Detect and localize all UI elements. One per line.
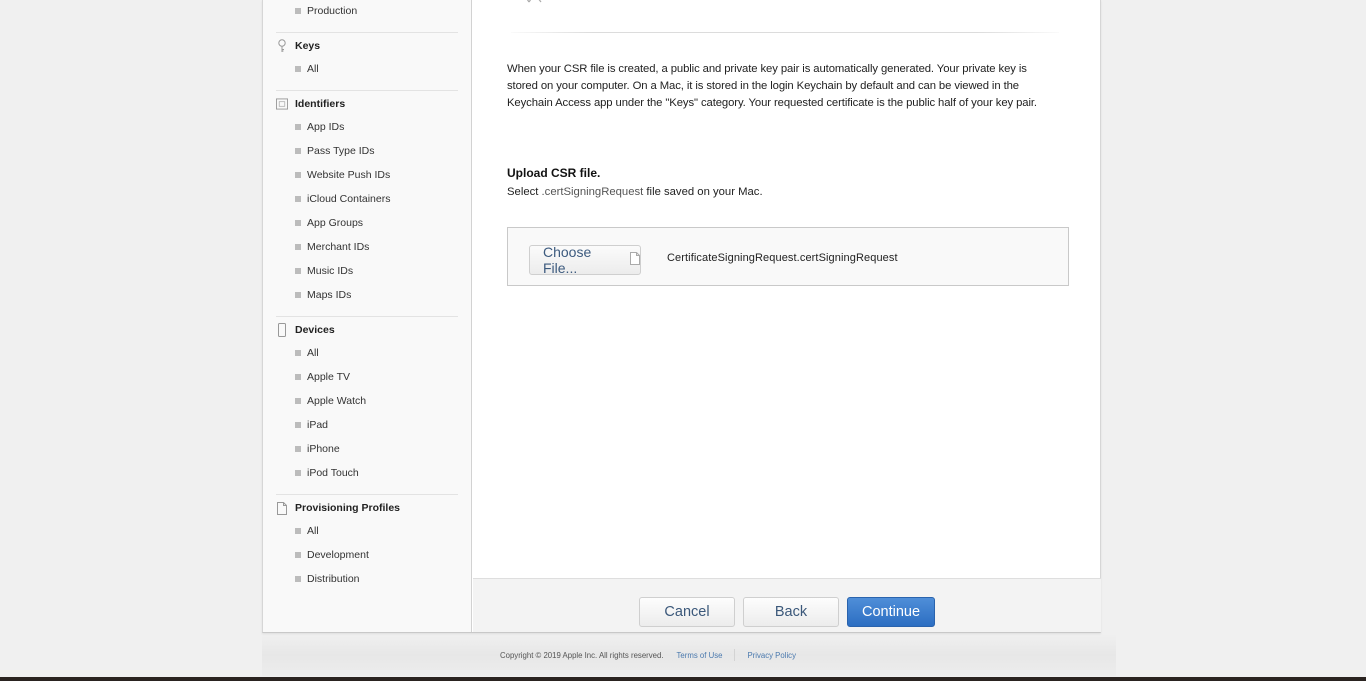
sidebar-item-website-push-ids[interactable]: Website Push IDs [295, 169, 390, 181]
selected-file-name: CertificateSigningRequest.certSigningReq… [667, 252, 898, 264]
divider [276, 494, 458, 495]
bullet-icon [295, 292, 301, 298]
divider [276, 90, 458, 91]
csr-description: When your CSR file is created, a public … [507, 63, 1037, 109]
sidebar-section-devices[interactable]: Devices [276, 323, 335, 337]
sidebar-item-apple-tv[interactable]: Apple TV [295, 371, 350, 383]
sidebar-item-icloud-containers[interactable]: iCloud Containers [295, 193, 390, 205]
sidebar-section-identifiers[interactable]: Identifiers [276, 97, 345, 111]
file-extension: .certSigningRequest [541, 186, 644, 198]
sidebar-item-label: All [307, 63, 319, 75]
cancel-button[interactable]: Cancel [639, 597, 735, 627]
sidebar-item-label: Pass Type IDs [307, 145, 375, 157]
bullet-icon [295, 470, 301, 476]
sidebar-item-distribution[interactable]: Distribution [295, 573, 360, 585]
sidebar-item-production[interactable]: Production [295, 5, 357, 17]
terms-of-use-link[interactable]: Terms of Use [677, 651, 723, 660]
section-title: Keys [295, 40, 321, 52]
sidebar-item-app-ids[interactable]: App IDs [295, 121, 344, 133]
bullet-icon [295, 576, 301, 582]
section-title: Identifiers [295, 98, 346, 110]
sidebar-item-label: Maps IDs [307, 289, 352, 301]
back-button[interactable]: Back [743, 597, 839, 627]
file-upload-box: Choose File... CertificateSigningRequest… [507, 227, 1069, 286]
bullet-icon [295, 446, 301, 452]
sidebar-item-pass-type-ids[interactable]: Pass Type IDs [295, 145, 375, 157]
choose-file-button[interactable]: Choose File... [529, 244, 641, 276]
bullet-icon [295, 196, 301, 202]
file-icon [630, 252, 640, 268]
sidebar-item-apple-watch[interactable]: Apple Watch [295, 395, 366, 407]
window-bottom-edge [0, 677, 1366, 681]
sidebar-item-iphone[interactable]: iPhone [295, 443, 340, 455]
divider [276, 316, 458, 317]
sidebar-item-ipod-touch[interactable]: iPod Touch [295, 467, 359, 479]
bullet-icon [295, 422, 301, 428]
sidebar-item-label: Development [307, 549, 369, 561]
sidebar-item-label: iPhone [307, 443, 340, 455]
sidebar-item-ipad[interactable]: iPad [295, 419, 328, 431]
action-bar: Cancel Back Continue [473, 578, 1101, 632]
bullet-icon [295, 398, 301, 404]
bullet-icon [295, 220, 301, 226]
sidebar-item-label: App IDs [307, 121, 345, 133]
developer-portal-frame: Production Keys All Identifiers App IDs … [262, 0, 1101, 633]
upload-instructions: Select .certSigningRequest file saved on… [507, 186, 763, 198]
key-icon [276, 39, 288, 53]
device-icon [276, 323, 288, 337]
sidebar-item-label: iCloud Containers [307, 193, 391, 205]
sidebar-item-music-ids[interactable]: Music IDs [295, 265, 353, 277]
bullet-icon [295, 8, 301, 14]
sidebar-item-label: iPod Touch [307, 467, 359, 479]
sidebar-item-label: Distribution [307, 573, 360, 585]
sidebar-item-label: Music IDs [307, 265, 354, 277]
upload-sub-suffix: file saved on your Mac. [643, 186, 763, 198]
page-footer: Copyright © 2019 Apple Inc. All rights r… [500, 649, 796, 661]
bullet-icon [295, 528, 301, 534]
bullet-icon [295, 552, 301, 558]
privacy-policy-link[interactable]: Privacy Policy [747, 651, 796, 660]
bullet-icon [295, 244, 301, 250]
main-content: When your CSR file is created, a public … [473, 0, 1101, 632]
upload-sub-prefix: Select [507, 186, 542, 198]
sidebar-item-label: Website Push IDs [307, 169, 391, 181]
section-title: Provisioning Profiles [295, 502, 401, 514]
certificate-icon [526, 0, 542, 3]
sidebar-item-label: Apple Watch [307, 395, 367, 407]
bullet-icon [295, 124, 301, 130]
sidebar-item-label: Merchant IDs [307, 241, 370, 253]
sidebar-item-profiles-all[interactable]: All [295, 525, 319, 537]
sidebar: Production Keys All Identifiers App IDs … [263, 0, 472, 632]
sidebar-item-devices-all[interactable]: All [295, 347, 319, 359]
bullet-icon [295, 268, 301, 274]
document-icon [276, 501, 288, 515]
bullet-icon [295, 374, 301, 380]
sidebar-item-development[interactable]: Development [295, 549, 369, 561]
copyright-text: Copyright © 2019 Apple Inc. All rights r… [500, 650, 664, 660]
sidebar-item-label: Apple TV [307, 371, 350, 383]
divider [276, 32, 458, 33]
sidebar-item-maps-ids[interactable]: Maps IDs [295, 289, 351, 301]
sidebar-item-label: All [307, 347, 319, 359]
sidebar-section-keys[interactable]: Keys [276, 39, 320, 53]
bullet-icon [295, 172, 301, 178]
bullet-icon [295, 148, 301, 154]
section-title: Devices [295, 324, 335, 336]
sidebar-item-keys-all[interactable]: All [295, 63, 319, 75]
sidebar-item-merchant-ids[interactable]: Merchant IDs [295, 241, 369, 253]
sidebar-item-app-groups[interactable]: App Groups [295, 217, 363, 229]
footer-separator [734, 649, 736, 661]
bullet-icon [295, 66, 301, 72]
sidebar-item-label: iPad [307, 419, 329, 431]
bullet-icon [295, 350, 301, 356]
continue-button[interactable]: Continue [847, 597, 935, 627]
id-card-icon [276, 97, 288, 111]
sidebar-section-provisioning-profiles[interactable]: Provisioning Profiles [276, 501, 400, 515]
section-divider [511, 32, 1059, 33]
upload-title: Upload CSR file. [507, 166, 601, 180]
sidebar-item-label: App Groups [307, 217, 364, 229]
sidebar-item-label: All [307, 525, 319, 537]
choose-file-label: Choose File... [543, 244, 592, 276]
sidebar-item-label: Production [307, 5, 358, 17]
